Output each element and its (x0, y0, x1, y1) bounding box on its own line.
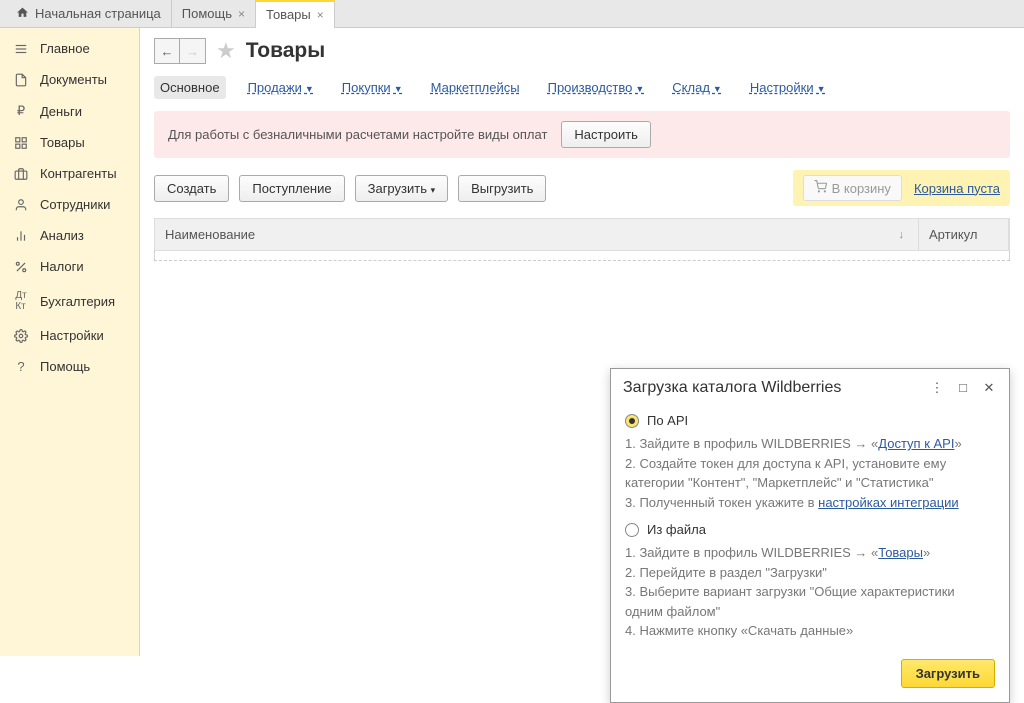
tabs-bar: Начальная страница Помощь × Товары × (0, 0, 1024, 28)
tab-products[interactable]: Товары × (256, 0, 335, 28)
page-header: ← → ★ Товары (154, 38, 1010, 64)
receipt-button[interactable]: Поступление (239, 175, 344, 202)
gear-icon (12, 329, 30, 343)
table-col-name[interactable]: Наименование ↓ (155, 219, 919, 250)
sidebar-item-label: Контрагенты (40, 166, 117, 181)
briefcase-icon (12, 167, 30, 181)
sidebar-item-label: Налоги (40, 259, 84, 274)
chevron-down-icon: ▼ (817, 84, 826, 94)
tab-home[interactable]: Начальная страница (6, 0, 172, 28)
table-body (154, 251, 1010, 261)
dialog-header: Загрузка каталога Wildberries ⋮ □ ✕ (611, 369, 1009, 407)
home-icon (16, 6, 29, 22)
sidebar-item-documents[interactable]: Документы (0, 64, 139, 95)
to-cart-button[interactable]: В корзину (803, 175, 902, 201)
toolbar: Создать Поступление Загрузить ▾ Выгрузит… (154, 170, 1010, 206)
chevron-down-icon: ▾ (431, 185, 436, 195)
nav-forward-button[interactable]: → (180, 38, 206, 64)
ruble-icon: ₽ (12, 103, 30, 119)
person-icon (12, 198, 30, 212)
products-link[interactable]: Товары (878, 545, 923, 560)
tab-products-label: Товары (266, 7, 311, 22)
sidebar-item-products[interactable]: Товары (0, 127, 139, 158)
cart-empty-link[interactable]: Корзина пуста (914, 181, 1000, 196)
radio-label: Из файла (647, 522, 706, 537)
chevron-down-icon: ▼ (394, 84, 403, 94)
sidebar-item-settings[interactable]: Настройки (0, 320, 139, 351)
dialog-load-button[interactable]: Загрузить (901, 659, 995, 688)
question-icon: ? (12, 359, 30, 374)
close-icon[interactable]: ✕ (981, 380, 997, 396)
subtabs: Основное Продажи▼ Покупки▼ Маркетплейсы … (154, 76, 1010, 99)
sidebar-item-employees[interactable]: Сотрудники (0, 189, 139, 220)
accounting-icon: ДтКт (12, 290, 30, 312)
dialog-wildberries-import: Загрузка каталога Wildberries ⋮ □ ✕ По A… (610, 368, 1010, 703)
chevron-down-icon: ▼ (635, 84, 644, 94)
integration-settings-link[interactable]: настройках интеграции (818, 495, 959, 510)
sidebar-item-taxes[interactable]: Налоги (0, 251, 139, 282)
tab-help[interactable]: Помощь × (172, 0, 256, 28)
grid-icon (12, 136, 30, 150)
close-icon[interactable]: × (317, 8, 324, 22)
sidebar-item-label: Документы (40, 72, 107, 87)
subtab-warehouse[interactable]: Склад▼ (666, 76, 728, 99)
sidebar-item-money[interactable]: ₽ Деньги (0, 95, 139, 127)
warning-bar: Для работы с безналичными расчетами наст… (154, 111, 1010, 158)
sidebar-item-label: Товары (40, 135, 85, 150)
sidebar-item-accounting[interactable]: ДтКт Бухгалтерия (0, 282, 139, 320)
sidebar-item-label: Сотрудники (40, 197, 110, 212)
sidebar-item-label: Бухгалтерия (40, 294, 115, 309)
cart-area: В корзину Корзина пуста (793, 170, 1010, 206)
sidebar-item-label: Анализ (40, 228, 84, 243)
tab-help-label: Помощь (182, 6, 232, 21)
load-button[interactable]: Загрузить ▾ (355, 175, 449, 202)
sidebar-item-contractors[interactable]: Контрагенты (0, 158, 139, 189)
file-instructions: 1. Зайдите в профиль WILDBERRIES → «Това… (625, 543, 995, 641)
subtab-marketplaces[interactable]: Маркетплейсы (425, 76, 526, 99)
content-area: ← → ★ Товары Основное Продажи▼ Покупки▼ … (140, 28, 1024, 656)
sidebar-item-main[interactable]: Главное (0, 33, 139, 64)
close-icon[interactable]: × (238, 7, 245, 21)
create-button[interactable]: Создать (154, 175, 229, 202)
radio-icon (625, 523, 639, 537)
sidebar-item-label: Настройки (40, 328, 104, 343)
menu-icon (12, 42, 30, 56)
nav-back-button[interactable]: ← (154, 38, 180, 64)
radio-option-file[interactable]: Из файла (625, 522, 995, 537)
sidebar-item-analysis[interactable]: Анализ (0, 220, 139, 251)
document-icon (12, 73, 30, 87)
maximize-icon[interactable]: □ (955, 380, 971, 396)
sidebar-item-label: Главное (40, 41, 90, 56)
dialog-title: Загрузка каталога Wildberries (623, 379, 929, 397)
sidebar-item-help[interactable]: ? Помощь (0, 351, 139, 382)
chevron-down-icon: ▼ (713, 84, 722, 94)
tab-home-label: Начальная страница (35, 6, 161, 21)
subtab-production[interactable]: Производство▼ (542, 76, 651, 99)
api-instructions: 1. Зайдите в профиль WILDBERRIES → «Дост… (625, 434, 995, 512)
subtab-settings[interactable]: Настройки▼ (744, 76, 832, 99)
sort-arrow-icon: ↓ (899, 229, 905, 241)
configure-button[interactable]: Настроить (561, 121, 651, 148)
page-title: Товары (246, 39, 325, 63)
percent-icon (12, 260, 30, 274)
sidebar-item-label: Деньги (40, 104, 82, 119)
warning-text: Для работы с безналичными расчетами наст… (168, 127, 547, 142)
radio-label: По API (647, 413, 688, 428)
favorite-star-icon[interactable]: ★ (216, 38, 236, 64)
subtab-purchases[interactable]: Покупки▼ (336, 76, 409, 99)
sidebar-item-label: Помощь (40, 359, 90, 374)
more-icon[interactable]: ⋮ (929, 380, 945, 396)
chart-icon (12, 229, 30, 243)
chevron-down-icon: ▼ (305, 84, 314, 94)
unload-button[interactable]: Выгрузить (458, 175, 546, 202)
radio-option-api[interactable]: По API (625, 413, 995, 428)
subtab-main[interactable]: Основное (154, 76, 226, 99)
subtab-sales[interactable]: Продажи▼ (242, 76, 320, 99)
table-header: Наименование ↓ Артикул (154, 218, 1010, 251)
radio-icon (625, 414, 639, 428)
sidebar: Главное Документы ₽ Деньги Товары Контра… (0, 28, 140, 656)
api-access-link[interactable]: Доступ к API (878, 436, 954, 451)
cart-icon (814, 180, 827, 196)
table-col-article[interactable]: Артикул (919, 219, 1009, 250)
